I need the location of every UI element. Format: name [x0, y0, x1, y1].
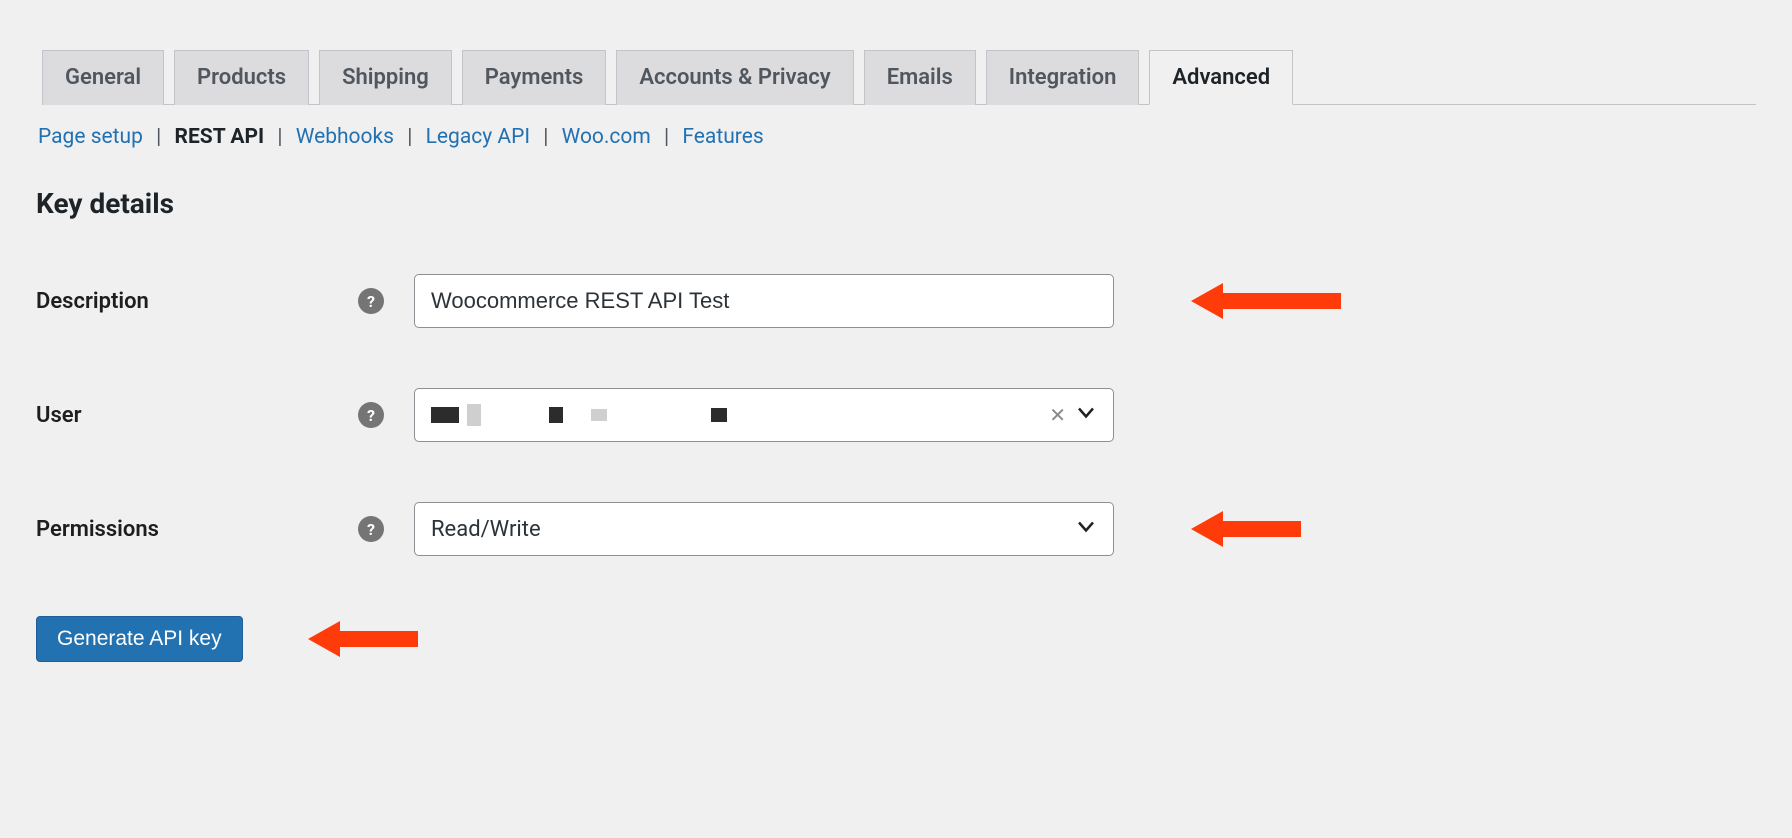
tab-accounts-privacy[interactable]: Accounts & Privacy	[616, 50, 853, 105]
user-selected-value	[431, 389, 727, 441]
annotation-arrow	[1191, 279, 1341, 323]
settings-tabs: General Products Shipping Payments Accou…	[42, 50, 1756, 105]
generate-api-key-button[interactable]: Generate API key	[36, 616, 243, 662]
separator: |	[407, 125, 412, 149]
subnav-rest-api[interactable]: REST API	[175, 125, 265, 149]
separator: |	[543, 125, 548, 149]
subnav-webhooks[interactable]: Webhooks	[296, 125, 394, 149]
help-icon[interactable]: ?	[358, 402, 384, 428]
description-label: Description	[36, 289, 149, 314]
subnav-woo-com[interactable]: Woo.com	[562, 125, 651, 149]
user-label: User	[36, 403, 82, 428]
tab-emails[interactable]: Emails	[864, 50, 976, 105]
row-permissions: Permissions ? Read/Write	[36, 502, 1756, 556]
description-input[interactable]	[414, 274, 1114, 328]
tab-integration[interactable]: Integration	[986, 50, 1140, 105]
help-icon[interactable]: ?	[358, 516, 384, 542]
subnav-features[interactable]: Features	[682, 125, 763, 149]
permissions-label: Permissions	[36, 517, 159, 542]
annotation-arrow	[308, 617, 418, 661]
tab-products[interactable]: Products	[174, 50, 309, 105]
row-user: User ? ✕	[36, 388, 1756, 442]
row-description: Description ?	[36, 274, 1756, 328]
permissions-select[interactable]: Read/Write	[414, 502, 1114, 556]
section-title: Key details	[36, 187, 1756, 220]
separator: |	[156, 125, 161, 149]
clear-icon[interactable]: ✕	[1049, 403, 1066, 427]
annotation-arrow	[1191, 507, 1301, 551]
separator: |	[277, 125, 282, 149]
tab-advanced[interactable]: Advanced	[1149, 50, 1293, 105]
separator: |	[664, 125, 669, 149]
tab-shipping[interactable]: Shipping	[319, 50, 452, 105]
permissions-value: Read/Write	[431, 517, 541, 542]
row-submit: Generate API key	[36, 616, 1756, 662]
subnav-page-setup[interactable]: Page setup	[38, 125, 143, 149]
user-select[interactable]	[414, 388, 1114, 442]
advanced-subnav: Page setup | REST API | Webhooks | Legac…	[38, 125, 1756, 149]
help-icon[interactable]: ?	[358, 288, 384, 314]
tab-general[interactable]: General	[42, 50, 164, 105]
subnav-legacy-api[interactable]: Legacy API	[426, 125, 530, 149]
tab-payments[interactable]: Payments	[462, 50, 607, 105]
